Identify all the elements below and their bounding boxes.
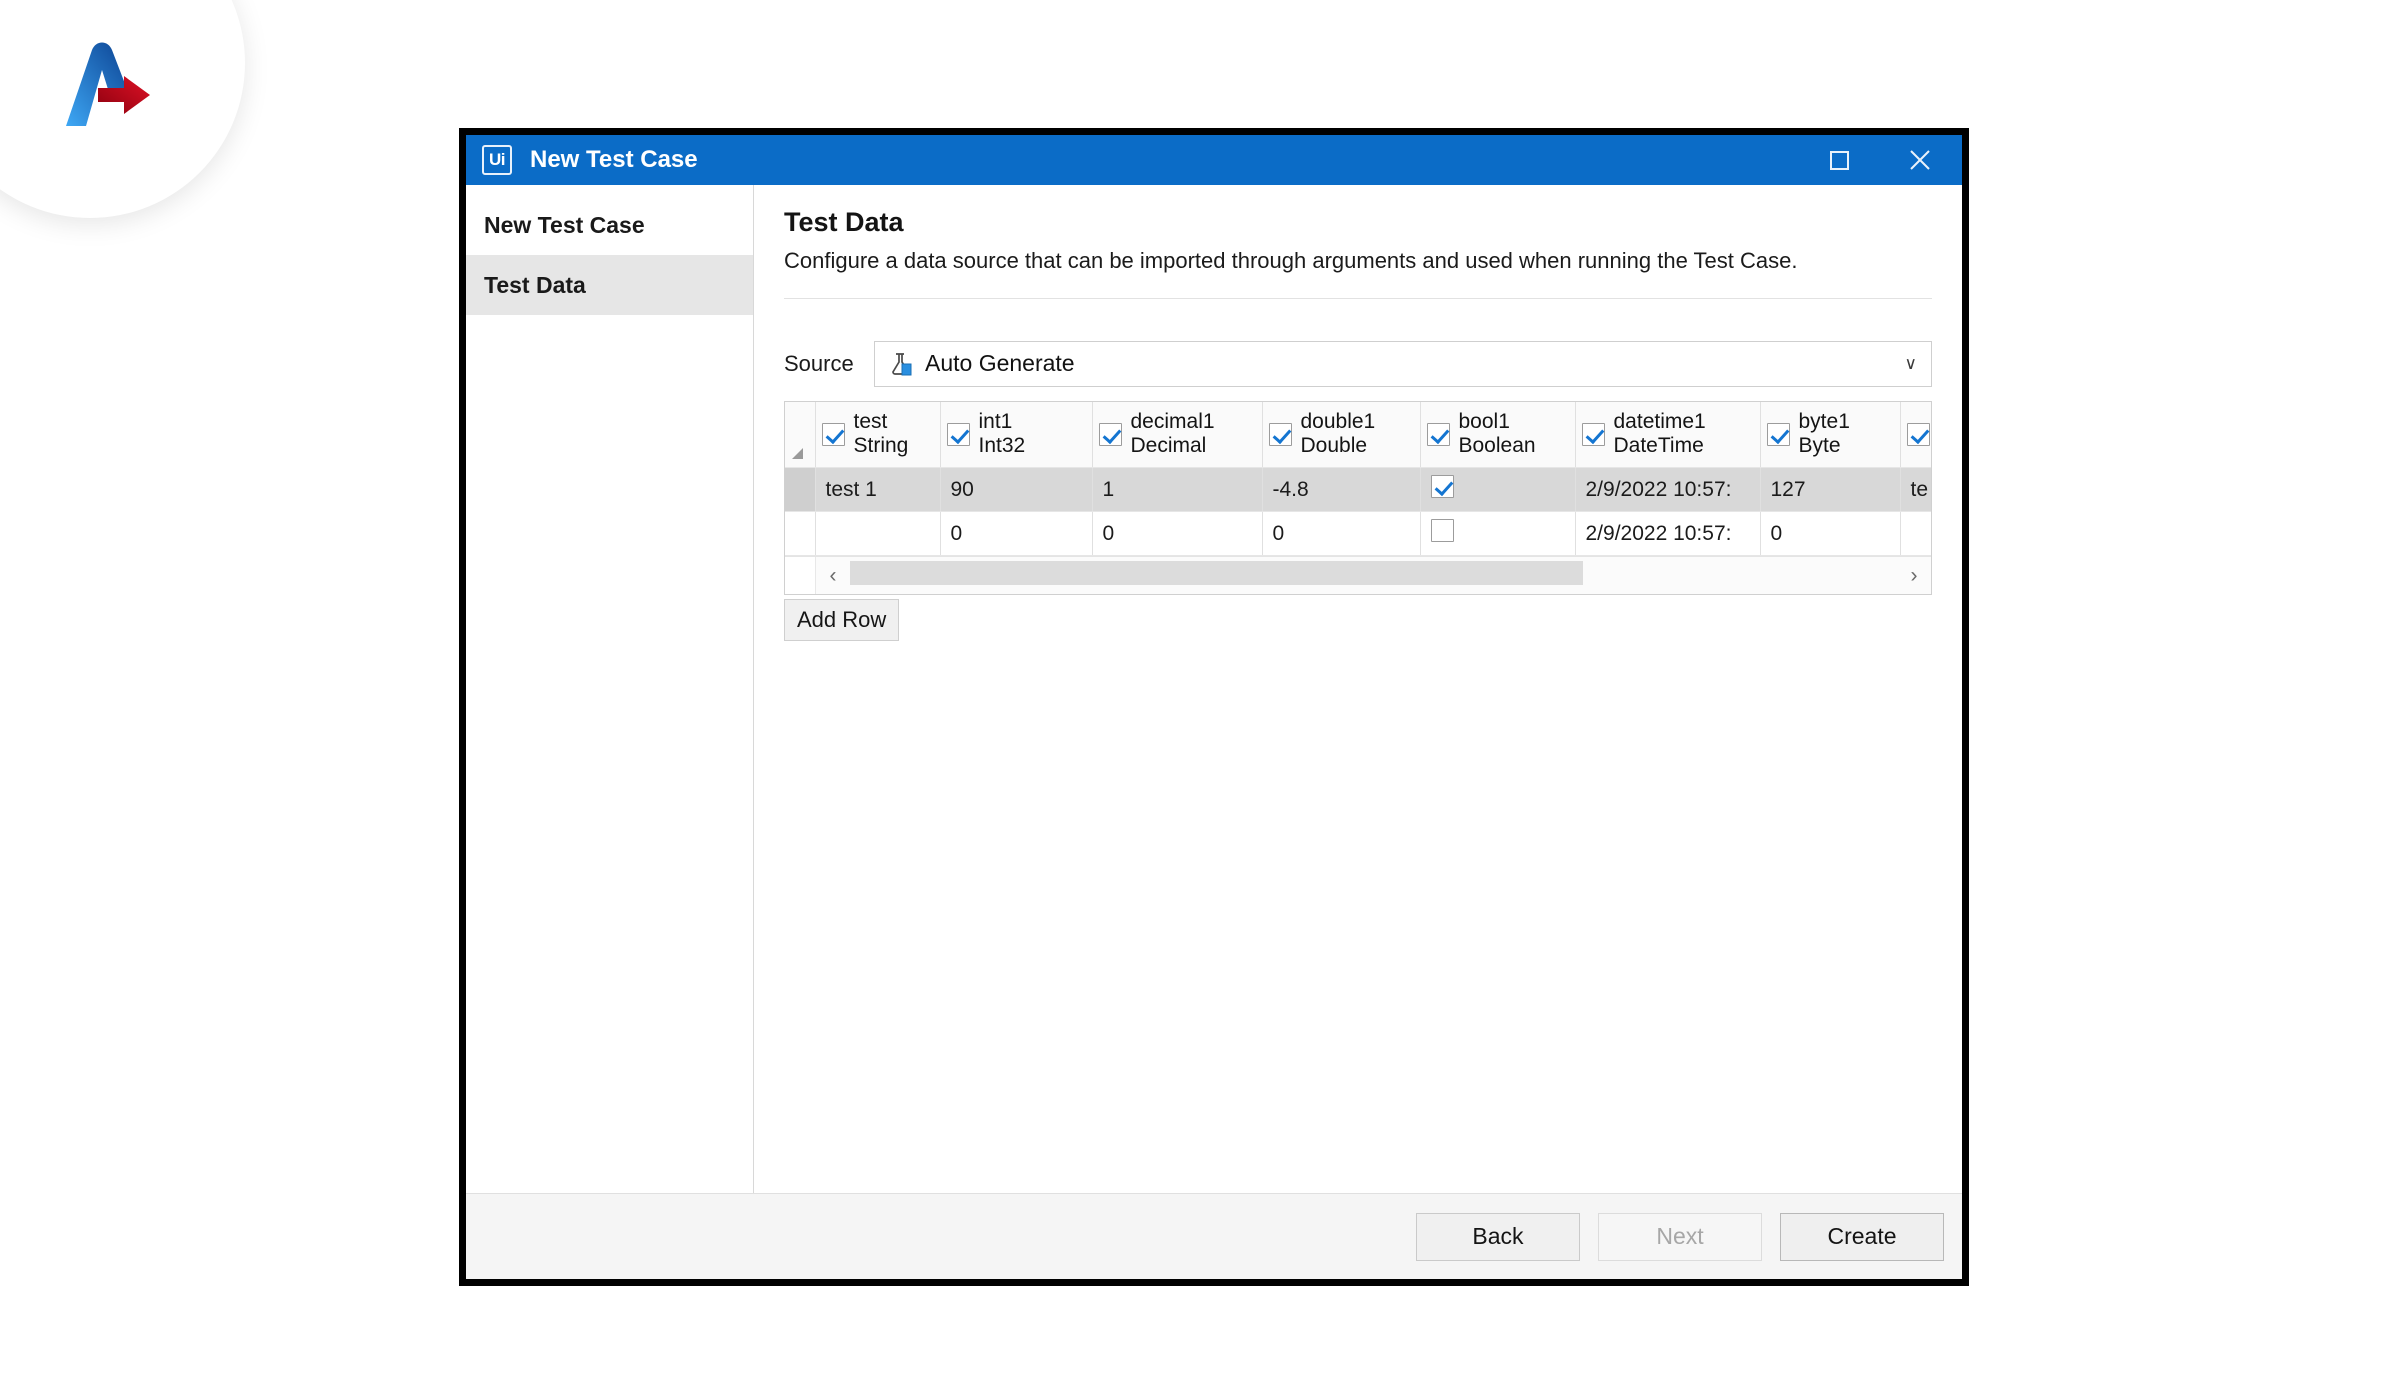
- column-header-double1[interactable]: double1 Double: [1262, 401, 1421, 469]
- cell-partial[interactable]: [1900, 511, 1931, 557]
- cell-checkbox[interactable]: [1430, 519, 1454, 543]
- column-header-partial[interactable]: [1900, 401, 1931, 469]
- column-checkbox[interactable]: [1268, 422, 1292, 446]
- scrollbar-thumb[interactable]: [850, 561, 1583, 586]
- column-checkbox[interactable]: [1581, 422, 1605, 446]
- column-type: Byte: [1798, 434, 1841, 458]
- column-header-bool1[interactable]: bool1 Boolean: [1420, 401, 1576, 469]
- brand-logo-chevron-arrow: [66, 42, 150, 126]
- back-button[interactable]: Back: [1416, 1212, 1580, 1261]
- column-name: datetime1: [1613, 409, 1706, 433]
- cell-partial[interactable]: te: [1900, 467, 1931, 513]
- column-checkbox[interactable]: [1766, 422, 1790, 446]
- column-checkbox[interactable]: [1906, 422, 1930, 446]
- add-row-button[interactable]: Add Row: [784, 599, 900, 642]
- cell-decimal1[interactable]: 1: [1092, 467, 1263, 513]
- section-divider: [784, 297, 1932, 299]
- maximize-icon: [1829, 150, 1849, 170]
- column-name: bool1: [1458, 409, 1510, 433]
- maximize-button[interactable]: [1800, 135, 1878, 185]
- dialog-footer: Back Next Create: [466, 1193, 1962, 1279]
- cell-byte1[interactable]: 127: [1760, 467, 1901, 513]
- column-name: test: [853, 409, 888, 433]
- column-checkbox[interactable]: [821, 422, 845, 446]
- window-titlebar: Ui New Test Case: [466, 135, 1962, 185]
- scroll-left-button[interactable]: ‹: [816, 565, 850, 586]
- cell-double1[interactable]: 0: [1262, 511, 1421, 557]
- select-all-icon: [792, 448, 803, 460]
- sidebar-item-label: Test Data: [484, 271, 586, 298]
- cell-datetime1[interactable]: 2/9/2022 10:57:: [1575, 511, 1761, 557]
- sidebar-item-new-test-case[interactable]: New Test Case: [466, 195, 753, 255]
- source-select[interactable]: Auto Generate ∨: [874, 340, 1932, 387]
- column-checkbox[interactable]: [1426, 422, 1450, 446]
- row-header[interactable]: [785, 511, 816, 557]
- page-title: Test Data: [784, 207, 904, 237]
- table-header-row: test String int1 Int32 decimal1 Decimal …: [785, 401, 1931, 469]
- cell-bool1[interactable]: [1420, 467, 1576, 513]
- column-name: int1: [978, 409, 1013, 433]
- wizard-step-nav: New Test Case Test Data: [466, 185, 754, 1193]
- scrollbar-corner: [785, 557, 816, 595]
- table-row[interactable]: test 1 90 1 -4.8 2/9/2022 10:57: 127 te: [785, 467, 1931, 513]
- column-type: DateTime: [1613, 434, 1704, 458]
- column-type: Double: [1300, 434, 1368, 458]
- row-header[interactable]: [785, 467, 816, 513]
- cell-byte1[interactable]: 0: [1760, 511, 1901, 557]
- column-header-int1[interactable]: int1 Int32: [940, 401, 1093, 469]
- window-controls: [1800, 135, 1962, 185]
- cell-decimal1[interactable]: 0: [1092, 511, 1263, 557]
- test-data-grid: test String int1 Int32 decimal1 Decimal …: [784, 400, 1932, 596]
- column-header-decimal1[interactable]: decimal1 Decimal: [1092, 401, 1263, 469]
- cell-int1[interactable]: 90: [940, 467, 1093, 513]
- grid-horizontal-scrollbar[interactable]: ‹ ›: [785, 556, 1931, 595]
- column-name: byte1: [1798, 409, 1850, 433]
- create-button[interactable]: Create: [1780, 1212, 1944, 1261]
- cell-bool1[interactable]: [1420, 511, 1576, 557]
- cell-test[interactable]: [815, 511, 941, 557]
- source-label: Source: [784, 350, 854, 376]
- column-checkbox[interactable]: [946, 422, 970, 446]
- page-description: Configure a data source that can be impo…: [784, 248, 1798, 273]
- dialog-body: New Test Case Test Data Test Data Config…: [466, 185, 1962, 1193]
- new-test-case-dialog: Ui New Test Case New Test Case Test Data…: [459, 128, 1969, 1286]
- cell-double1[interactable]: -4.8: [1262, 467, 1421, 513]
- sidebar-item-test-data[interactable]: Test Data: [466, 255, 753, 315]
- column-type: Decimal: [1130, 434, 1207, 458]
- column-type: String: [853, 434, 909, 458]
- column-checkbox[interactable]: [1098, 422, 1122, 446]
- cell-test[interactable]: test 1: [815, 467, 941, 513]
- window-title: New Test Case: [530, 146, 698, 173]
- close-button[interactable]: [1878, 135, 1962, 185]
- flask-document-icon: [892, 352, 912, 376]
- column-name: double1: [1300, 409, 1376, 433]
- scroll-right-button[interactable]: ›: [1897, 565, 1931, 586]
- scrollbar-track[interactable]: [850, 557, 1897, 594]
- source-value: Auto Generate: [925, 350, 1075, 377]
- table-row[interactable]: 0 0 0 2/9/2022 10:57: 0: [785, 511, 1931, 557]
- test-data-panel: Test Data Configure a data source that c…: [754, 185, 1962, 1193]
- cell-checkbox[interactable]: [1430, 475, 1454, 499]
- chevron-down-icon: ∨: [1904, 353, 1917, 373]
- source-row: Source Auto Generate ∨: [784, 340, 1932, 387]
- column-name: decimal1: [1130, 409, 1215, 433]
- app-icon: Ui: [482, 145, 512, 175]
- cell-datetime1[interactable]: 2/9/2022 10:57:: [1575, 467, 1761, 513]
- close-icon: [1910, 150, 1930, 170]
- column-header-datetime1[interactable]: datetime1 DateTime: [1575, 401, 1761, 469]
- select-all-corner[interactable]: [785, 401, 816, 469]
- cell-int1[interactable]: 0: [940, 511, 1093, 557]
- column-type: Boolean: [1458, 434, 1536, 458]
- test-data-table: test String int1 Int32 decimal1 Decimal …: [785, 401, 1931, 557]
- sidebar-item-label: New Test Case: [484, 211, 645, 238]
- column-header-test[interactable]: test String: [815, 401, 941, 469]
- next-button: Next: [1598, 1212, 1762, 1261]
- column-type: Int32: [978, 434, 1026, 458]
- column-header-byte1[interactable]: byte1 Byte: [1760, 401, 1901, 469]
